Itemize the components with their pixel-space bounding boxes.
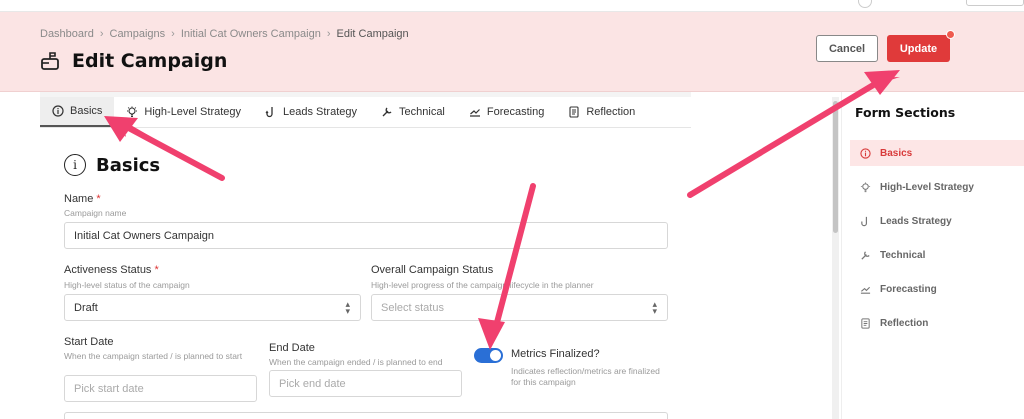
name-label-text: Name (64, 193, 94, 205)
name-input[interactable]: Initial Cat Owners Campaign (64, 222, 668, 249)
activeness-value: Draft (74, 301, 98, 314)
mailbox-icon (41, 52, 59, 70)
top-search-box[interactable] (966, 0, 1024, 6)
sidebar-item-high-level-strategy[interactable]: High-Level Strategy (850, 174, 1024, 200)
metrics-finalized-toggle[interactable] (474, 348, 503, 363)
tab-label: Basics (70, 105, 103, 117)
toggle-knob (490, 350, 501, 361)
tab-technical[interactable]: Technical (369, 97, 457, 127)
lightbulb-icon (127, 106, 138, 117)
scrollbar-thumb[interactable] (833, 101, 838, 233)
document-icon (569, 106, 579, 118)
trend-icon (860, 286, 871, 294)
end-date-label: End Date (269, 342, 315, 354)
tab-label: Forecasting (486, 106, 545, 118)
start-date-hint: When the campaign started / is planned t… (64, 351, 243, 361)
scrollbar[interactable] (832, 97, 839, 419)
tab-label: High-Level Strategy (144, 106, 242, 118)
required-marker: * (96, 193, 101, 205)
top-strip (0, 0, 1024, 12)
sidebar-item-forecasting[interactable]: Forecasting (850, 276, 1024, 302)
breadcrumb-separator: › (326, 28, 331, 40)
sidebar-item-label: Technical (880, 249, 926, 261)
breadcrumb-separator: › (171, 28, 175, 40)
page-title: Edit Campaign (72, 50, 228, 72)
end-date-hint: When the campaign ended / is planned to … (269, 357, 443, 367)
notification-dot (946, 30, 955, 39)
sidebar-item-label: Reflection (880, 317, 929, 329)
name-hint: Campaign name (64, 208, 127, 218)
info-icon: i (64, 154, 86, 176)
breadcrumb-campaign[interactable]: Initial Cat Owners Campaign (181, 28, 321, 40)
activeness-label: Activeness Status * (64, 264, 159, 276)
breadcrumb-current: Edit Campaign (336, 28, 409, 40)
required-marker: * (154, 264, 159, 276)
tab-basics[interactable]: Basics (40, 97, 115, 127)
breadcrumb-campaigns[interactable]: Campaigns (110, 28, 166, 40)
chevron-updown-icon: ▴ ▾ (652, 298, 657, 316)
tab-forecasting[interactable]: Forecasting (457, 97, 556, 127)
breadcrumb-dashboard[interactable]: Dashboard (40, 28, 94, 40)
breadcrumb-separator: › (99, 28, 104, 40)
next-field-partial[interactable] (64, 412, 668, 419)
sidebar-item-basics[interactable]: Basics (850, 140, 1024, 166)
form-sections-sidebar: Form Sections Basics High-Level Strategy… (841, 92, 1024, 419)
start-date-input[interactable]: Pick start date (64, 375, 257, 402)
activeness-label-text: Activeness Status (64, 264, 152, 276)
start-date-label: Start Date (64, 336, 114, 348)
trend-icon (469, 109, 480, 117)
overall-status-hint: High-level progress of the campaign life… (371, 280, 594, 290)
sidebar-item-technical[interactable]: Technical (850, 242, 1024, 268)
metrics-finalized-label: Metrics Finalized? (511, 348, 600, 360)
tab-label: Reflection (586, 106, 636, 118)
section-title: Basics (96, 154, 161, 176)
name-label: Name * (64, 193, 101, 205)
hook-icon (265, 107, 273, 118)
tab-label: Technical (399, 106, 445, 118)
info-icon (52, 105, 64, 117)
cancel-button[interactable]: Cancel (816, 35, 878, 62)
update-button[interactable]: Update (887, 35, 950, 62)
breadcrumb: Dashboard › Campaigns › Initial Cat Owne… (40, 28, 409, 40)
hook-icon (861, 216, 868, 226)
sidebar-item-label: Leads Strategy (880, 215, 952, 227)
avatar[interactable] (858, 0, 872, 8)
sidebar-item-label: Basics (880, 147, 913, 159)
overall-status-placeholder: Select status (381, 301, 444, 314)
activeness-select[interactable]: Draft ▴ ▾ (64, 294, 361, 321)
sidebar-title: Form Sections (855, 105, 956, 120)
end-date-input[interactable]: Pick end date (269, 370, 462, 397)
tab-leads-strategy[interactable]: Leads Strategy (253, 97, 369, 127)
sidebar-item-leads-strategy[interactable]: Leads Strategy (850, 208, 1024, 234)
sidebar-item-reflection[interactable]: Reflection (850, 310, 1024, 336)
tab-label: Leads Strategy (283, 106, 358, 118)
metrics-finalized-hint: Indicates reflection/metrics are finaliz… (511, 366, 660, 387)
wrench-icon (861, 250, 870, 260)
lightbulb-icon (860, 181, 871, 192)
document-icon (861, 317, 870, 329)
overall-status-label: Overall Campaign Status (371, 264, 494, 276)
tab-high-level-strategy[interactable]: High-Level Strategy (114, 97, 253, 127)
section-header: i Basics (64, 154, 160, 176)
wrench-icon (382, 107, 392, 117)
info-icon (860, 147, 871, 159)
overall-status-select[interactable]: Select status ▴ ▾ (371, 294, 668, 321)
tab-reflection[interactable]: Reflection (556, 97, 647, 127)
tab-bar: Basics High-Level Strategy Leads Strateg… (40, 97, 691, 128)
sidebar-item-label: Forecasting (880, 283, 937, 295)
sidebar-item-label: High-Level Strategy (880, 181, 974, 193)
chevron-updown-icon: ▴ ▾ (345, 298, 350, 316)
activeness-hint: High-level status of the campaign (64, 280, 190, 290)
